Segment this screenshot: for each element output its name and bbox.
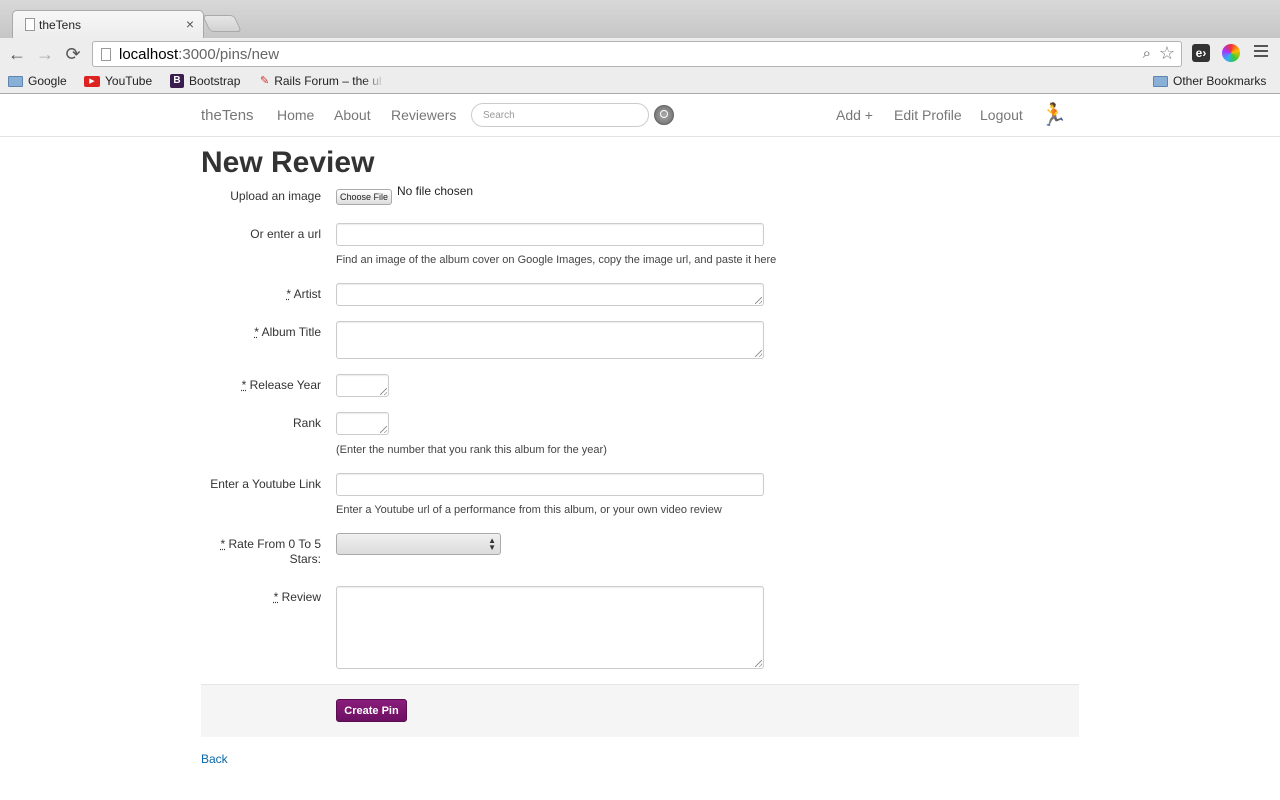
- bookmark-label: YouTube: [105, 74, 153, 88]
- bookmark-youtube[interactable]: ▶ YouTube: [84, 74, 152, 88]
- album-title-textarea[interactable]: [336, 321, 764, 359]
- browser-tabstrip: theTens ×: [0, 0, 1280, 38]
- image-url-input[interactable]: [336, 223, 764, 246]
- brand-link[interactable]: theTens: [201, 107, 254, 124]
- nav-logout[interactable]: Logout: [980, 107, 1023, 123]
- url-host: localhost: [119, 46, 179, 63]
- search-icon[interactable]: [654, 105, 674, 125]
- new-tab-button[interactable]: [202, 15, 242, 32]
- rank-label: Rank: [292, 416, 321, 430]
- resize-grip-icon[interactable]: [755, 350, 762, 357]
- browser-toolbar: ← → ⟳ localhost:3000/pins/new ⌕ ☆ e›: [0, 38, 1280, 70]
- required-mark: *: [273, 590, 279, 604]
- artist-textarea[interactable]: [336, 283, 764, 306]
- bookmark-label: Google: [28, 74, 67, 88]
- create-pin-button[interactable]: Create Pin: [336, 699, 407, 722]
- rating-label-line1: Rate From 0 To 5: [228, 537, 321, 551]
- search-input[interactable]: [471, 103, 649, 127]
- site-navbar: theTens Home About Reviewers Add + Edit …: [0, 95, 1280, 137]
- release-year-textarea[interactable]: [336, 374, 389, 397]
- url-help-text: Find an image of the album cover on Goog…: [336, 254, 777, 266]
- choose-file-button[interactable]: Choose File: [336, 189, 392, 205]
- extension-e-icon[interactable]: e›: [1192, 44, 1210, 62]
- bookmark-star-icon[interactable]: ☆: [1159, 43, 1175, 64]
- youtube-icon: ▶: [84, 75, 100, 87]
- upload-image-label: Upload an image: [230, 189, 321, 203]
- rating-select[interactable]: ▲ ▼: [336, 533, 501, 555]
- bookmark-label: Rails Forum – the ult: [274, 74, 382, 88]
- forward-arrow-icon[interactable]: →: [34, 43, 56, 65]
- rank-help-text: (Enter the number that you rank this alb…: [336, 444, 607, 456]
- bookmark-google[interactable]: Google: [8, 74, 67, 88]
- page-icon: [101, 48, 111, 61]
- folder-icon: [8, 75, 23, 87]
- color-picker-extension-icon[interactable]: [1222, 44, 1240, 62]
- reload-icon[interactable]: ⟳: [62, 43, 84, 65]
- required-mark: *: [254, 325, 259, 339]
- resize-grip-icon[interactable]: [380, 426, 387, 433]
- rating-label-line2: Stars:: [289, 552, 321, 566]
- release-year-label: * Release Year: [171, 378, 321, 393]
- bookmark-label: Other Bookmarks: [1173, 74, 1267, 88]
- rank-textarea[interactable]: [336, 412, 389, 435]
- url-text[interactable]: localhost:3000/pins/new: [119, 46, 279, 63]
- resize-grip-icon[interactable]: [380, 388, 387, 395]
- youtube-link-input[interactable]: [336, 473, 764, 496]
- back-arrow-icon[interactable]: ←: [6, 43, 28, 65]
- bookmark-label: Bootstrap: [189, 74, 241, 88]
- page-title: New Review: [201, 146, 375, 179]
- nav-edit-profile[interactable]: Edit Profile: [894, 107, 962, 123]
- bookmarks-bar: Google ▶ YouTube B Bootstrap ✎ Rails For…: [0, 70, 1280, 94]
- nav-reviewers[interactable]: Reviewers: [391, 107, 456, 123]
- tab-title: theTens: [39, 18, 82, 32]
- youtube-label: Enter a Youtube Link: [210, 477, 321, 491]
- browser-menu-icon[interactable]: [1254, 45, 1268, 60]
- required-mark: *: [241, 378, 247, 392]
- avatar[interactable]: 🏃: [1040, 101, 1068, 129]
- folder-icon: [1153, 75, 1168, 87]
- release-year-label-text: Release Year: [249, 378, 321, 392]
- rating-label: * Rate From 0 To 5 Stars:: [171, 537, 322, 567]
- rails-icon: ✎: [260, 75, 270, 87]
- resize-grip-icon[interactable]: [755, 660, 762, 667]
- zoom-icon[interactable]: ⌕: [1143, 45, 1151, 62]
- review-label: * Review: [171, 590, 321, 605]
- form-actions: Create Pin: [201, 684, 1079, 737]
- select-arrows-icon: ▲ ▼: [488, 536, 496, 552]
- album-title-label-text: Album Title: [261, 325, 321, 339]
- browser-tab[interactable]: theTens ×: [12, 10, 204, 38]
- back-link[interactable]: Back: [201, 752, 228, 766]
- nav-home[interactable]: Home: [277, 107, 314, 123]
- artist-label: * Artist: [171, 287, 321, 302]
- bookmark-other[interactable]: Other Bookmarks: [1153, 74, 1266, 88]
- nav-add[interactable]: Add +: [836, 107, 873, 123]
- nav-about[interactable]: About: [334, 107, 371, 123]
- url-label: Or enter a url: [250, 227, 321, 241]
- review-label-text: Review: [281, 590, 321, 604]
- file-status: No file chosen: [397, 184, 474, 198]
- tab-close-icon[interactable]: ×: [186, 16, 194, 32]
- required-mark: *: [220, 537, 226, 551]
- review-textarea[interactable]: [336, 586, 764, 669]
- page-icon: [25, 18, 35, 31]
- bookmark-rails-forum[interactable]: ✎ Rails Forum – the ult: [260, 74, 382, 88]
- artist-label-text: Artist: [293, 287, 321, 301]
- required-mark: *: [286, 287, 291, 301]
- album-title-label: * Album Title: [171, 325, 321, 340]
- youtube-help-text: Enter a Youtube url of a performance fro…: [336, 504, 722, 516]
- bootstrap-icon: B: [170, 74, 184, 88]
- url-path: :3000/pins/new: [178, 46, 280, 63]
- bookmark-bootstrap[interactable]: B Bootstrap: [170, 74, 240, 88]
- address-bar[interactable]: localhost:3000/pins/new ⌕ ☆: [92, 41, 1182, 67]
- resize-grip-icon[interactable]: [755, 297, 762, 304]
